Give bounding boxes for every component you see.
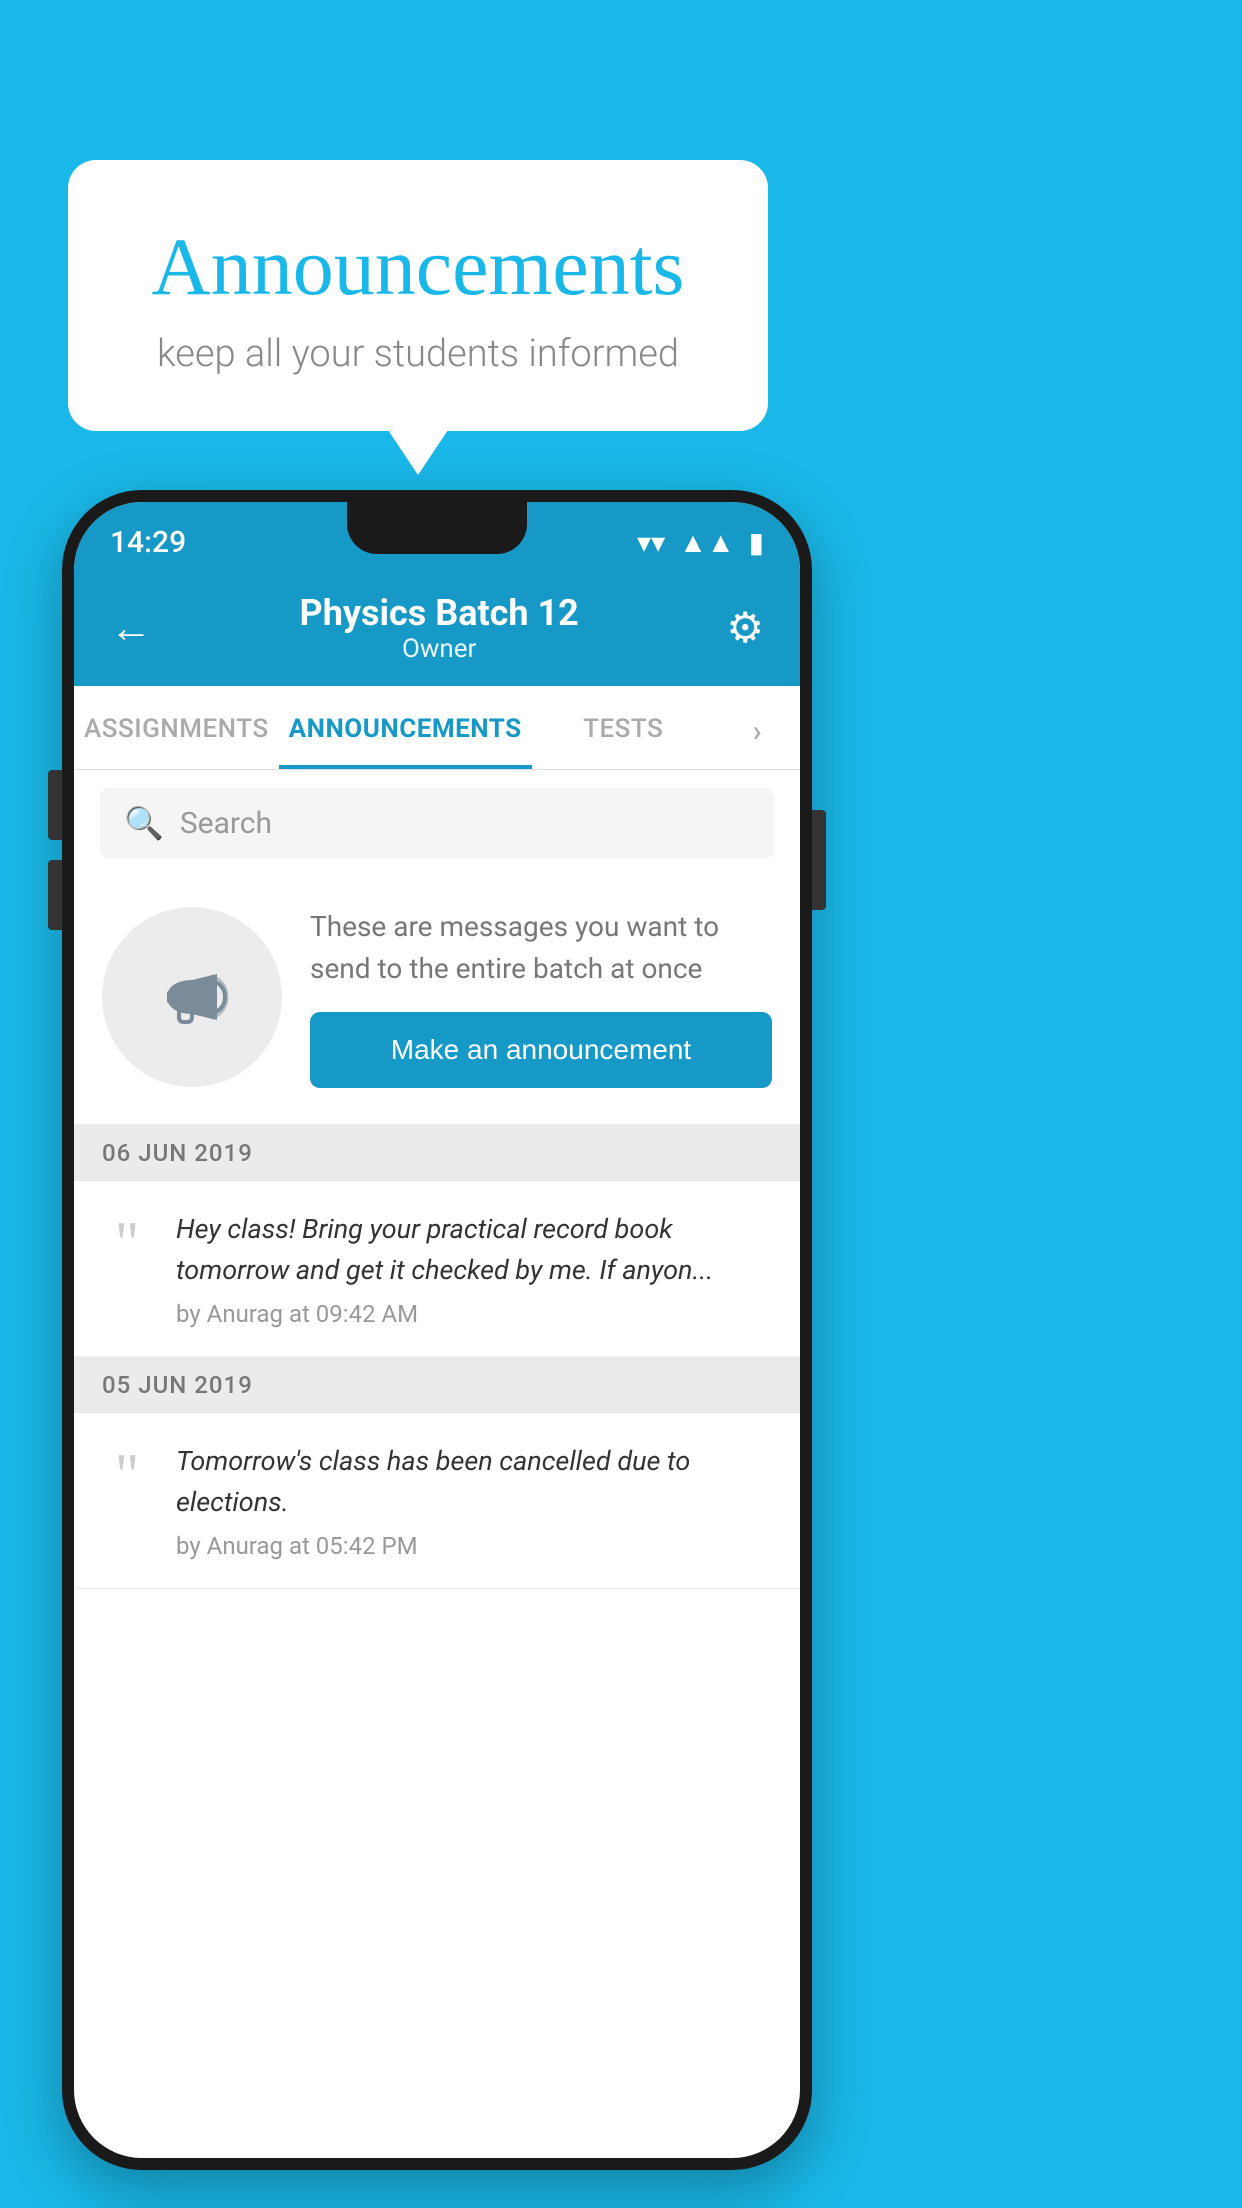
tab-more[interactable]: › xyxy=(715,686,800,769)
announcement-text-1: Hey class! Bring your practical record b… xyxy=(176,1209,772,1290)
promo-icon-circle xyxy=(102,907,282,1087)
back-button[interactable]: ← xyxy=(110,604,152,653)
date-separator-1: 06 JUN 2019 xyxy=(74,1125,800,1181)
announcement-content-2: Tomorrow's class has been cancelled due … xyxy=(176,1441,772,1560)
announcement-content-1: Hey class! Bring your practical record b… xyxy=(176,1209,772,1328)
bubble-subtitle: keep all your students informed xyxy=(118,332,718,376)
phone-notch xyxy=(347,502,527,554)
quote-icon-2: " xyxy=(102,1445,152,1505)
phone-frame: 14:29 ▾▾ ▲▲ ▮ ← Physics Batch 12 Owner ⚙… xyxy=(62,490,812,2170)
announcement-promo: These are messages you want to send to t… xyxy=(74,876,800,1125)
tabs-bar: ASSIGNMENTS ANNOUNCEMENTS TESTS › xyxy=(74,686,800,770)
phone-screen: 14:29 ▾▾ ▲▲ ▮ ← Physics Batch 12 Owner ⚙… xyxy=(74,502,800,2158)
announcement-item-2[interactable]: " Tomorrow's class has been cancelled du… xyxy=(74,1413,800,1589)
power-button xyxy=(812,810,826,910)
search-input[interactable]: Search xyxy=(180,806,272,841)
announcement-text-2: Tomorrow's class has been cancelled due … xyxy=(176,1441,772,1522)
header-subtitle: Owner xyxy=(300,634,579,664)
tab-assignments[interactable]: ASSIGNMENTS xyxy=(74,686,279,769)
app-header: ← Physics Batch 12 Owner ⚙ xyxy=(74,574,800,686)
settings-icon[interactable]: ⚙ xyxy=(726,603,764,653)
announcement-meta-1: by Anurag at 09:42 AM xyxy=(176,1300,772,1328)
search-bar[interactable]: 🔍 Search xyxy=(100,788,774,858)
header-title: Physics Batch 12 xyxy=(300,592,579,634)
volume-button-down xyxy=(48,860,62,930)
megaphone-icon xyxy=(147,952,237,1042)
quote-icon-1: " xyxy=(102,1213,152,1273)
status-icons: ▾▾ ▲▲ ▮ xyxy=(637,526,764,559)
promo-description: These are messages you want to send to t… xyxy=(310,906,772,990)
bubble-title: Announcements xyxy=(118,220,718,314)
date-separator-2: 05 JUN 2019 xyxy=(74,1357,800,1413)
promo-content: These are messages you want to send to t… xyxy=(310,906,772,1088)
search-container: 🔍 Search xyxy=(74,770,800,876)
search-icon: 🔍 xyxy=(124,804,164,842)
wifi-icon: ▾▾ xyxy=(637,526,665,559)
announcement-meta-2: by Anurag at 05:42 PM xyxy=(176,1532,772,1560)
status-time: 14:29 xyxy=(110,525,186,560)
tab-tests[interactable]: TESTS xyxy=(532,686,715,769)
battery-icon: ▮ xyxy=(749,526,764,559)
announcement-item-1[interactable]: " Hey class! Bring your practical record… xyxy=(74,1181,800,1357)
signal-icon: ▲▲ xyxy=(679,526,734,559)
volume-button-up xyxy=(48,770,62,840)
header-center: Physics Batch 12 Owner xyxy=(300,592,579,664)
tab-announcements[interactable]: ANNOUNCEMENTS xyxy=(279,686,532,769)
speech-bubble: Announcements keep all your students inf… xyxy=(68,160,768,431)
make-announcement-button[interactable]: Make an announcement xyxy=(310,1012,772,1088)
speech-bubble-section: Announcements keep all your students inf… xyxy=(68,160,768,431)
